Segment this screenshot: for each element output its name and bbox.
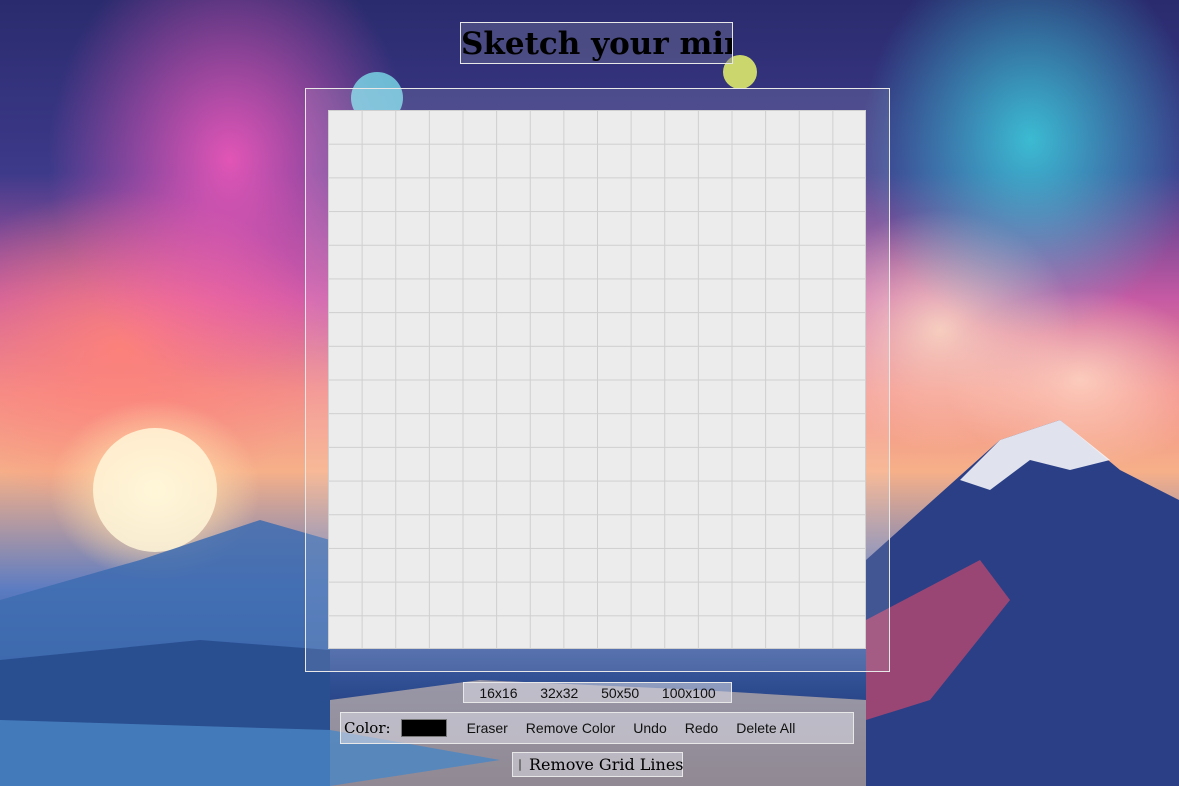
size-50-button[interactable]: 50x50 (595, 685, 645, 701)
delete-all-button[interactable]: Delete All (730, 720, 801, 736)
remove-grid-lines-label[interactable]: Remove Grid Lines (529, 755, 684, 774)
color-picker[interactable] (400, 719, 447, 737)
size-16-button[interactable]: 16x16 (473, 685, 523, 701)
toolbar: Color: Eraser Remove Color Undo Redo Del… (340, 712, 854, 744)
size-32-button[interactable]: 32x32 (534, 685, 584, 701)
remove-color-button[interactable]: Remove Color (520, 720, 621, 736)
redo-button[interactable]: Redo (679, 720, 724, 736)
page-title: Sketch your mind (460, 22, 733, 64)
drawing-grid[interactable] (328, 110, 866, 649)
size-100-button[interactable]: 100x100 (656, 685, 722, 701)
grid-size-selector: 16x16 32x32 50x50 100x100 (463, 682, 732, 703)
grid-lines-option: Remove Grid Lines (512, 752, 684, 777)
remove-grid-lines-checkbox[interactable] (519, 758, 521, 771)
eraser-button[interactable]: Eraser (461, 720, 514, 736)
color-label: Color: (344, 719, 391, 737)
undo-button[interactable]: Undo (627, 720, 672, 736)
